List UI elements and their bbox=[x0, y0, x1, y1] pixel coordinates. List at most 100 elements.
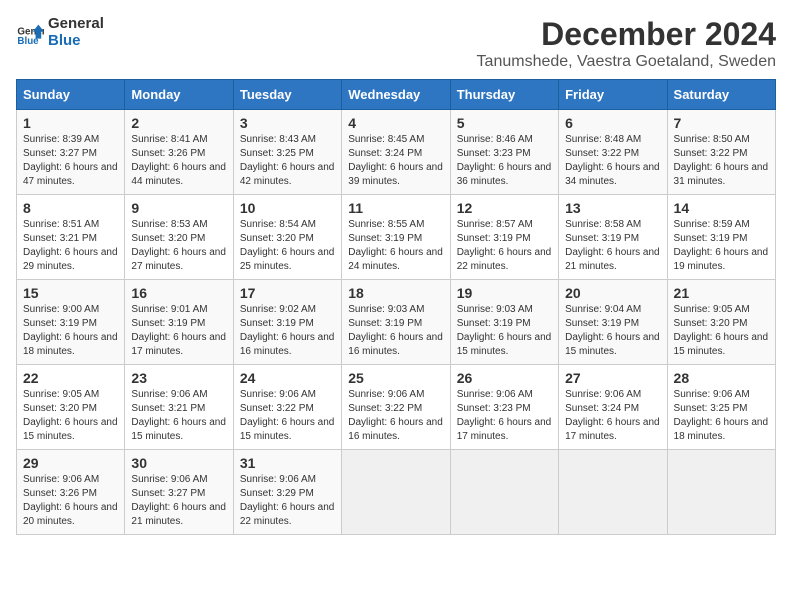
day-number: 8 bbox=[23, 200, 118, 216]
weekday-header-saturday: Saturday bbox=[667, 80, 775, 110]
day-cell: 24 Sunrise: 9:06 AM Sunset: 3:22 PM Dayl… bbox=[233, 365, 341, 450]
day-info: Sunrise: 8:58 AM Sunset: 3:19 PM Dayligh… bbox=[565, 218, 660, 274]
day-number: 19 bbox=[457, 285, 552, 301]
day-info: Sunrise: 9:04 AM Sunset: 3:19 PM Dayligh… bbox=[565, 303, 660, 359]
day-cell: 21 Sunrise: 9:05 AM Sunset: 3:20 PM Dayl… bbox=[667, 280, 775, 365]
day-info: Sunrise: 9:06 AM Sunset: 3:21 PM Dayligh… bbox=[131, 388, 226, 444]
day-cell: 13 Sunrise: 8:58 AM Sunset: 3:19 PM Dayl… bbox=[559, 195, 667, 280]
day-number: 17 bbox=[240, 285, 335, 301]
header: General Blue General Blue December 2024 … bbox=[16, 16, 776, 71]
day-info: Sunrise: 8:53 AM Sunset: 3:20 PM Dayligh… bbox=[131, 218, 226, 274]
day-cell: 6 Sunrise: 8:48 AM Sunset: 3:22 PM Dayli… bbox=[559, 110, 667, 195]
day-cell: 31 Sunrise: 9:06 AM Sunset: 3:29 PM Dayl… bbox=[233, 450, 341, 535]
day-number: 5 bbox=[457, 115, 552, 131]
day-info: Sunrise: 8:55 AM Sunset: 3:19 PM Dayligh… bbox=[348, 218, 443, 274]
day-info: Sunrise: 9:06 AM Sunset: 3:25 PM Dayligh… bbox=[674, 388, 769, 444]
day-info: Sunrise: 9:05 AM Sunset: 3:20 PM Dayligh… bbox=[23, 388, 118, 444]
day-cell: 28 Sunrise: 9:06 AM Sunset: 3:25 PM Dayl… bbox=[667, 365, 775, 450]
day-cell: 22 Sunrise: 9:05 AM Sunset: 3:20 PM Dayl… bbox=[17, 365, 125, 450]
weekday-header-monday: Monday bbox=[125, 80, 233, 110]
sub-title: Tanumshede, Vaestra Goetaland, Sweden bbox=[477, 53, 776, 71]
day-cell: 26 Sunrise: 9:06 AM Sunset: 3:23 PM Dayl… bbox=[450, 365, 558, 450]
day-cell: 1 Sunrise: 8:39 AM Sunset: 3:27 PM Dayli… bbox=[17, 110, 125, 195]
day-cell: 15 Sunrise: 9:00 AM Sunset: 3:19 PM Dayl… bbox=[17, 280, 125, 365]
day-number: 22 bbox=[23, 370, 118, 386]
day-info: Sunrise: 9:06 AM Sunset: 3:26 PM Dayligh… bbox=[23, 473, 118, 529]
day-number: 4 bbox=[348, 115, 443, 131]
day-info: Sunrise: 8:51 AM Sunset: 3:21 PM Dayligh… bbox=[23, 218, 118, 274]
day-cell: 4 Sunrise: 8:45 AM Sunset: 3:24 PM Dayli… bbox=[342, 110, 450, 195]
day-cell: 12 Sunrise: 8:57 AM Sunset: 3:19 PM Dayl… bbox=[450, 195, 558, 280]
weekday-header-wednesday: Wednesday bbox=[342, 80, 450, 110]
weekday-header-thursday: Thursday bbox=[450, 80, 558, 110]
day-cell: 10 Sunrise: 8:54 AM Sunset: 3:20 PM Dayl… bbox=[233, 195, 341, 280]
day-number: 28 bbox=[674, 370, 769, 386]
calendar: SundayMondayTuesdayWednesdayThursdayFrid… bbox=[16, 79, 776, 535]
day-number: 30 bbox=[131, 455, 226, 471]
weekday-row: SundayMondayTuesdayWednesdayThursdayFrid… bbox=[17, 80, 776, 110]
day-info: Sunrise: 9:06 AM Sunset: 3:29 PM Dayligh… bbox=[240, 473, 335, 529]
logo-icon: General Blue bbox=[16, 19, 44, 47]
day-number: 25 bbox=[348, 370, 443, 386]
weekday-header-tuesday: Tuesday bbox=[233, 80, 341, 110]
day-info: Sunrise: 9:06 AM Sunset: 3:23 PM Dayligh… bbox=[457, 388, 552, 444]
day-info: Sunrise: 8:48 AM Sunset: 3:22 PM Dayligh… bbox=[565, 133, 660, 189]
day-info: Sunrise: 8:50 AM Sunset: 3:22 PM Dayligh… bbox=[674, 133, 769, 189]
week-row-1: 1 Sunrise: 8:39 AM Sunset: 3:27 PM Dayli… bbox=[17, 110, 776, 195]
day-cell: 2 Sunrise: 8:41 AM Sunset: 3:26 PM Dayli… bbox=[125, 110, 233, 195]
day-info: Sunrise: 8:59 AM Sunset: 3:19 PM Dayligh… bbox=[674, 218, 769, 274]
day-number: 7 bbox=[674, 115, 769, 131]
week-row-3: 15 Sunrise: 9:00 AM Sunset: 3:19 PM Dayl… bbox=[17, 280, 776, 365]
day-info: Sunrise: 8:43 AM Sunset: 3:25 PM Dayligh… bbox=[240, 133, 335, 189]
weekday-header-friday: Friday bbox=[559, 80, 667, 110]
day-number: 16 bbox=[131, 285, 226, 301]
day-cell: 23 Sunrise: 9:06 AM Sunset: 3:21 PM Dayl… bbox=[125, 365, 233, 450]
weekday-header-sunday: Sunday bbox=[17, 80, 125, 110]
day-number: 11 bbox=[348, 200, 443, 216]
day-info: Sunrise: 9:03 AM Sunset: 3:19 PM Dayligh… bbox=[457, 303, 552, 359]
day-cell: 30 Sunrise: 9:06 AM Sunset: 3:27 PM Dayl… bbox=[125, 450, 233, 535]
day-number: 23 bbox=[131, 370, 226, 386]
day-cell: 25 Sunrise: 9:06 AM Sunset: 3:22 PM Dayl… bbox=[342, 365, 450, 450]
day-number: 2 bbox=[131, 115, 226, 131]
day-cell: 11 Sunrise: 8:55 AM Sunset: 3:19 PM Dayl… bbox=[342, 195, 450, 280]
day-number: 12 bbox=[457, 200, 552, 216]
day-cell: 27 Sunrise: 9:06 AM Sunset: 3:24 PM Dayl… bbox=[559, 365, 667, 450]
week-row-4: 22 Sunrise: 9:05 AM Sunset: 3:20 PM Dayl… bbox=[17, 365, 776, 450]
day-cell: 18 Sunrise: 9:03 AM Sunset: 3:19 PM Dayl… bbox=[342, 280, 450, 365]
day-cell: 8 Sunrise: 8:51 AM Sunset: 3:21 PM Dayli… bbox=[17, 195, 125, 280]
logo: General Blue General Blue bbox=[16, 16, 104, 49]
day-info: Sunrise: 9:06 AM Sunset: 3:24 PM Dayligh… bbox=[565, 388, 660, 444]
day-info: Sunrise: 9:06 AM Sunset: 3:27 PM Dayligh… bbox=[131, 473, 226, 529]
logo-blue: Blue bbox=[48, 32, 81, 49]
logo-general: General bbox=[48, 15, 104, 32]
day-number: 14 bbox=[674, 200, 769, 216]
day-number: 18 bbox=[348, 285, 443, 301]
day-info: Sunrise: 9:03 AM Sunset: 3:19 PM Dayligh… bbox=[348, 303, 443, 359]
day-number: 24 bbox=[240, 370, 335, 386]
day-info: Sunrise: 9:06 AM Sunset: 3:22 PM Dayligh… bbox=[348, 388, 443, 444]
calendar-body: 1 Sunrise: 8:39 AM Sunset: 3:27 PM Dayli… bbox=[17, 110, 776, 535]
day-number: 6 bbox=[565, 115, 660, 131]
day-number: 10 bbox=[240, 200, 335, 216]
day-info: Sunrise: 9:05 AM Sunset: 3:20 PM Dayligh… bbox=[674, 303, 769, 359]
day-cell: 3 Sunrise: 8:43 AM Sunset: 3:25 PM Dayli… bbox=[233, 110, 341, 195]
day-number: 31 bbox=[240, 455, 335, 471]
day-info: Sunrise: 8:45 AM Sunset: 3:24 PM Dayligh… bbox=[348, 133, 443, 189]
week-row-2: 8 Sunrise: 8:51 AM Sunset: 3:21 PM Dayli… bbox=[17, 195, 776, 280]
day-info: Sunrise: 8:41 AM Sunset: 3:26 PM Dayligh… bbox=[131, 133, 226, 189]
day-number: 9 bbox=[131, 200, 226, 216]
week-row-5: 29 Sunrise: 9:06 AM Sunset: 3:26 PM Dayl… bbox=[17, 450, 776, 535]
day-number: 1 bbox=[23, 115, 118, 131]
day-cell: 17 Sunrise: 9:02 AM Sunset: 3:19 PM Dayl… bbox=[233, 280, 341, 365]
day-cell: 20 Sunrise: 9:04 AM Sunset: 3:19 PM Dayl… bbox=[559, 280, 667, 365]
day-cell bbox=[667, 450, 775, 535]
day-number: 21 bbox=[674, 285, 769, 301]
day-info: Sunrise: 8:46 AM Sunset: 3:23 PM Dayligh… bbox=[457, 133, 552, 189]
day-info: Sunrise: 8:54 AM Sunset: 3:20 PM Dayligh… bbox=[240, 218, 335, 274]
day-info: Sunrise: 8:57 AM Sunset: 3:19 PM Dayligh… bbox=[457, 218, 552, 274]
day-info: Sunrise: 9:00 AM Sunset: 3:19 PM Dayligh… bbox=[23, 303, 118, 359]
day-cell bbox=[342, 450, 450, 535]
day-cell: 19 Sunrise: 9:03 AM Sunset: 3:19 PM Dayl… bbox=[450, 280, 558, 365]
day-info: Sunrise: 9:02 AM Sunset: 3:19 PM Dayligh… bbox=[240, 303, 335, 359]
